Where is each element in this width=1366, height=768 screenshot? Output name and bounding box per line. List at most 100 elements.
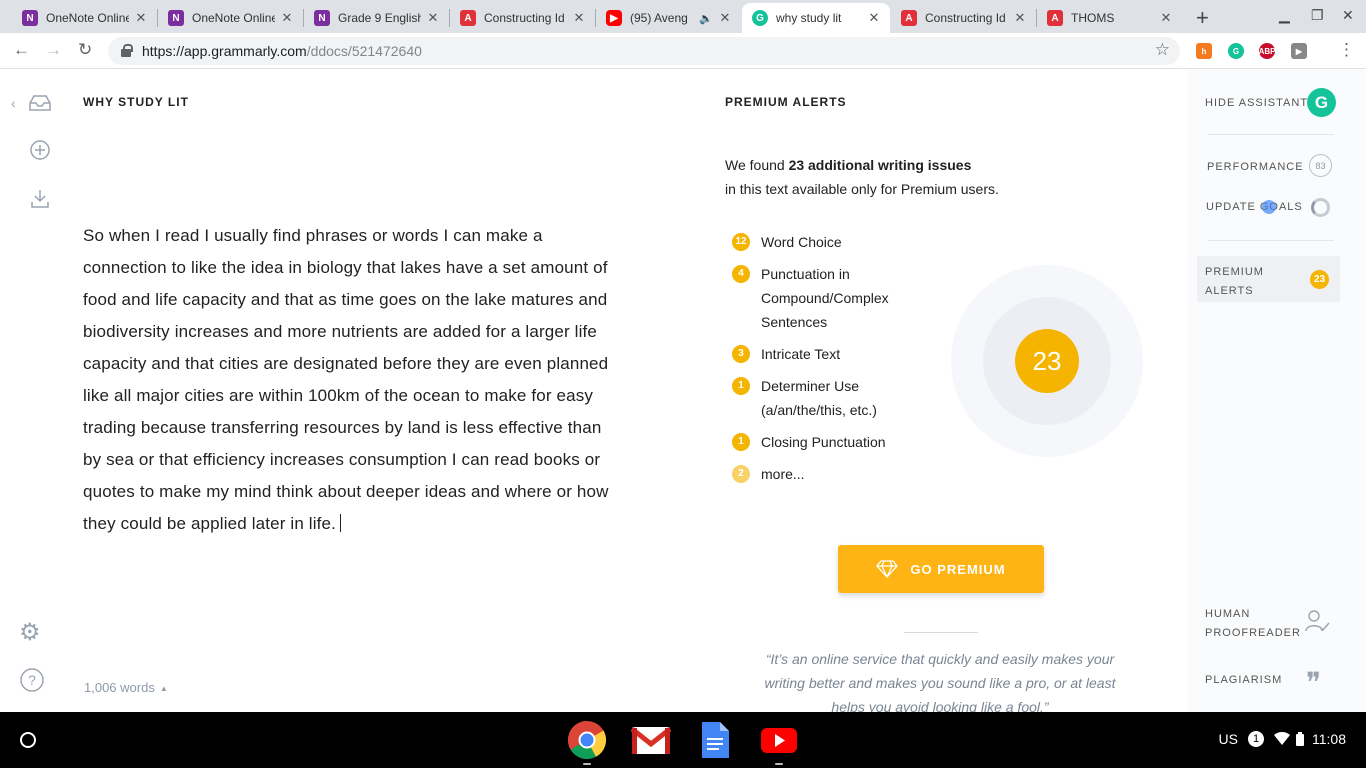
close-icon[interactable]: ✕ <box>279 10 295 26</box>
help-icon[interactable]: ? <box>20 668 44 692</box>
extension-cast-icon[interactable]: ▶ <box>1291 43 1307 59</box>
tab-constructing-2[interactable]: A Constructing Id ✕ <box>891 3 1036 33</box>
reload-icon[interactable]: ↻ <box>78 40 92 60</box>
minimize-icon[interactable]: ▁ <box>1279 7 1290 24</box>
tab-onenote-2[interactable]: N OneNote Online ✕ <box>158 3 303 33</box>
lock-icon <box>121 44 133 57</box>
tab-constructing-1[interactable]: A Constructing Id ✕ <box>450 3 595 33</box>
grammarly-logo-icon[interactable]: G <box>1307 88 1336 117</box>
word-count[interactable]: 1,006 words ▲ <box>84 680 168 695</box>
testimonial-quote: “It’s an online service that quickly and… <box>764 651 1116 715</box>
quote-marks-icon: ❞ <box>1306 666 1322 699</box>
gear-icon[interactable]: ⚙ <box>19 618 41 647</box>
divider <box>1208 134 1334 135</box>
status-tray[interactable]: US 1 11:08 <box>1219 731 1346 747</box>
extension-honey-icon[interactable]: h <box>1196 43 1212 59</box>
total-alerts-badge: 23 <box>1015 329 1079 393</box>
grammarly-icon: G <box>752 10 768 26</box>
battery-icon <box>1296 732 1304 746</box>
extension-adblock-icon[interactable]: ABP <box>1259 43 1275 59</box>
close-icon[interactable]: ✕ <box>425 10 441 26</box>
tab-youtube[interactable]: ▶ (95) Aveng 🔈 ✕ <box>596 3 741 33</box>
issue-count-badge: 1 <box>732 377 750 395</box>
forward-icon[interactable]: → <box>45 40 62 60</box>
close-icon[interactable]: ✕ <box>866 10 882 26</box>
youtube-icon: ▶ <box>606 10 622 26</box>
go-premium-button[interactable]: GO PREMIUM <box>838 545 1044 593</box>
divider <box>904 632 978 633</box>
speaker-icon[interactable]: 🔈 <box>699 12 713 25</box>
performance-button[interactable]: PERFORMANCE <box>1207 161 1304 173</box>
close-icon[interactable]: ✕ <box>571 10 587 26</box>
issue-item: 12 Word Choice <box>732 230 932 254</box>
tab-title: (95) Aveng <box>630 11 688 25</box>
new-tab-button[interactable]: + <box>1196 5 1209 31</box>
url-path: /ddocs/521472640 <box>306 43 422 59</box>
issue-item: 4 Punctuation in Compound/Complex Senten… <box>732 262 932 334</box>
cursor-highlight-dot <box>1262 200 1276 214</box>
gmail-app-icon[interactable] <box>631 720 671 760</box>
plagiarism-button[interactable]: PLAGIARISM <box>1205 674 1282 686</box>
download-icon[interactable] <box>31 189 49 208</box>
issue-list: 12 Word Choice 4 Punctuation in Compound… <box>732 230 932 494</box>
tab-thoms[interactable]: A THOMS ✕ <box>1037 3 1182 33</box>
restore-icon[interactable]: ❐ <box>1311 7 1324 24</box>
tab-onenote-1[interactable]: N OneNote Online ✕ <box>12 3 157 33</box>
app-running-indicator <box>583 763 591 765</box>
goals-progress-icon <box>1311 198 1330 217</box>
hide-assistant-button[interactable]: HIDE ASSISTANT <box>1205 97 1308 109</box>
inbox-icon[interactable] <box>28 94 52 112</box>
tab-title: OneNote Online <box>192 11 275 25</box>
issue-label: Determiner Use (a/an/the/this, etc.) <box>761 378 877 418</box>
url-host: https://app.grammarly.com <box>142 43 307 59</box>
issue-label: more... <box>761 466 805 482</box>
tab-title: Constructing Id <box>484 11 565 25</box>
os-shelf: US 1 11:08 <box>0 712 1366 768</box>
menu-dots-icon[interactable]: ⋮ <box>1338 40 1355 60</box>
app-running-indicator <box>775 763 783 765</box>
launcher-button[interactable] <box>20 732 36 748</box>
close-icon[interactable]: ✕ <box>1012 10 1028 26</box>
tab-grade9-english[interactable]: N Grade 9 English ✕ <box>304 3 449 33</box>
close-icon[interactable]: ✕ <box>717 10 733 26</box>
close-icon[interactable]: ✕ <box>133 10 149 26</box>
premium-alerts-count-badge: 23 <box>1310 270 1329 289</box>
document-body[interactable]: So when I read I usually find phrases or… <box>83 220 618 540</box>
diamond-icon <box>876 560 899 578</box>
issue-count-badge: 3 <box>732 345 750 363</box>
wifi-icon <box>1274 732 1290 745</box>
tab-title: THOMS <box>1071 11 1115 25</box>
youtube-app-icon[interactable] <box>759 720 799 760</box>
tab-why-study-lit[interactable]: G why study lit ✕ <box>742 3 890 33</box>
ime-indicator: US <box>1218 731 1238 747</box>
tab-title: Constructing Id <box>925 11 1006 25</box>
tab-strip: N OneNote Online ✕ N OneNote Online ✕ N … <box>0 0 1366 33</box>
chevron-left-icon[interactable]: ‹ <box>11 95 16 111</box>
panel-title: PREMIUM ALERTS <box>725 95 847 109</box>
google-docs-app-icon[interactable] <box>695 720 735 760</box>
address-bar[interactable]: https://app.grammarly.com/ddocs/52147264… <box>108 37 1180 65</box>
back-icon[interactable]: ← <box>13 40 30 60</box>
issue-label: Punctuation in Compound/Complex Sentence… <box>761 266 889 330</box>
onenote-icon: N <box>22 10 38 26</box>
chrome-app-icon[interactable] <box>567 720 607 760</box>
update-goals-button[interactable]: UPDATE GOALS <box>1206 201 1303 213</box>
document-title[interactable]: WHY STUDY LIT <box>83 95 189 109</box>
premium-summary: We found 23 additional writing issues in … <box>725 153 1065 201</box>
human-proofreader-button[interactable]: HUMAN PROOFREADER <box>1205 605 1300 643</box>
browser-toolbar: ← → ↻ https://app.grammarly.com/ddocs/52… <box>0 33 1366 69</box>
url-text: https://app.grammarly.com/ddocs/52147264… <box>142 43 422 59</box>
extension-grammarly-icon[interactable]: G <box>1228 43 1244 59</box>
issue-count-badge: 2 <box>732 465 750 483</box>
add-document-icon[interactable] <box>30 140 50 160</box>
clock-time: 11:08 <box>1312 731 1346 747</box>
issue-item-more[interactable]: 2 more... <box>732 462 932 486</box>
close-icon[interactable]: ✕ <box>1158 10 1174 26</box>
issue-count-badge: 1 <box>732 433 750 451</box>
summary-suffix: in this text available only for Premium … <box>725 181 999 197</box>
window-close-icon[interactable]: ✕ <box>1342 7 1354 24</box>
summary-count: 23 additional writing issues <box>788 157 972 173</box>
onenote-icon: N <box>168 10 184 26</box>
tab-title: Grade 9 English <box>338 11 421 25</box>
bookmark-star-icon[interactable]: ☆ <box>1155 40 1170 60</box>
